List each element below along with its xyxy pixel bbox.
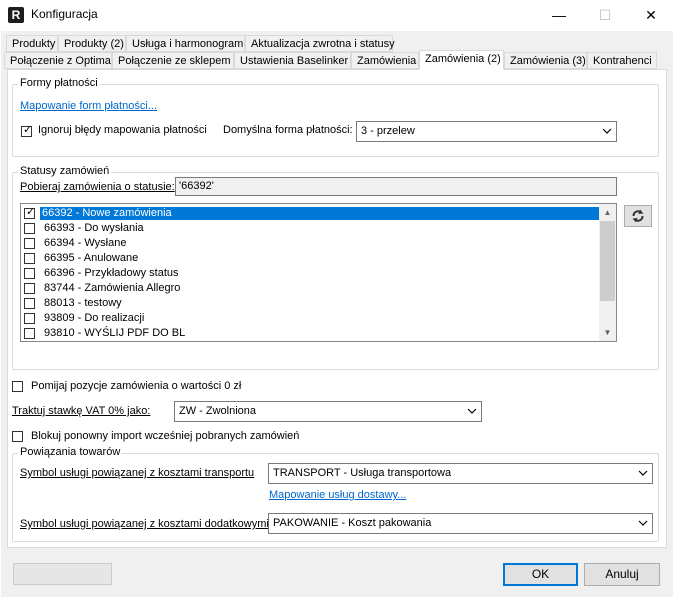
tab-usluga-harmonogram[interactable]: Usługa i harmonogram <box>126 35 245 52</box>
status-item-checkbox[interactable] <box>24 328 35 339</box>
block-reimport-label: Blokuj ponowny import wcześniej pobranyc… <box>31 430 300 442</box>
refresh-statuses-button[interactable] <box>624 205 652 227</box>
extra-cost-value: PAKOWANIE - Koszt pakowania <box>273 517 432 529</box>
status-checklist[interactable]: ✓ 66392 - Nowe zamówienia 66393 - Do wysła… <box>20 203 617 342</box>
tab-kontrahenci[interactable]: Kontrahenci <box>587 52 657 69</box>
cancel-button[interactable]: Anuluj <box>584 563 660 586</box>
app-logo-icon: R <box>8 7 24 23</box>
tab-zamowienia-2[interactable]: Zamówienia (2) <box>419 50 504 70</box>
window-title: Konfiguracja <box>31 7 98 21</box>
status-item-checkbox[interactable] <box>24 268 35 279</box>
status-item-label: 88013 - testowy <box>44 297 122 309</box>
status-item-label: 66396 - Przykładowy status <box>44 267 179 279</box>
chevron-down-icon <box>602 128 612 134</box>
status-list-item[interactable]: ✓ 66392 - Nowe zamówienia <box>21 206 600 221</box>
status-list-item[interactable]: 66396 - Przykładowy status <box>21 266 600 281</box>
status-item-checkbox[interactable] <box>24 283 35 294</box>
status-item-checkbox[interactable] <box>24 223 35 234</box>
tab-polaczenie-optima[interactable]: Połączenie z Optima <box>4 52 112 69</box>
default-form-label: Domyślna forma płatności: <box>223 124 353 136</box>
block-reimport-checkbox[interactable] <box>12 431 23 442</box>
skip-zero-label: Pomijaj pozycje zamówienia o wartości 0 … <box>31 380 242 392</box>
status-list-item[interactable]: 93810 - WYŚLIJ PDF DO BL <box>21 326 600 341</box>
scroll-down-icon[interactable]: ▼ <box>599 324 616 341</box>
status-item-label: 66395 - Anulowane <box>44 252 139 264</box>
status-item-checkbox[interactable] <box>24 298 35 309</box>
delivery-mapping-link[interactable]: Mapowanie usług dostawy... <box>269 489 406 501</box>
skip-zero-checkbox[interactable] <box>12 381 23 392</box>
disabled-footer-button <box>13 563 112 585</box>
chevron-down-icon <box>638 470 648 476</box>
default-form-select[interactable]: 3 - przelew <box>356 121 617 142</box>
tab-produkty-2[interactable]: Produkty (2) <box>58 35 126 52</box>
tab-zamowienia[interactable]: Zamówienia <box>351 52 419 69</box>
minimize-button[interactable]: — <box>536 0 582 31</box>
status-item-checkbox[interactable] <box>24 238 35 249</box>
status-list-item[interactable]: 88013 - testowy <box>21 296 600 311</box>
checkmark-icon: ✓ <box>26 206 36 218</box>
order-statuses-title: Statusy zamówień <box>18 165 112 177</box>
transport-service-value: TRANSPORT - Usługa transportowa <box>273 467 452 479</box>
payment-mapping-link[interactable]: Mapowanie form płatności... <box>20 100 157 112</box>
status-item-checkbox[interactable]: ✓ <box>24 206 36 219</box>
title-bar: R Konfiguracja — ☐ ✕ <box>0 0 674 31</box>
fetch-status-field[interactable]: '66392' <box>175 177 617 196</box>
tab-produkty[interactable]: Produkty <box>6 35 58 52</box>
status-item-checkbox[interactable] <box>24 253 35 264</box>
ok-button[interactable]: OK <box>503 563 578 586</box>
fetch-status-value: '66392' <box>179 180 214 192</box>
status-item-checkbox[interactable] <box>24 313 35 324</box>
vat-select[interactable]: ZW - Zwolniona <box>174 401 482 422</box>
extra-cost-label: Symbol usługi powiązanej z kosztami doda… <box>20 518 269 530</box>
status-list-item[interactable]: 93809 - Do realizacji <box>21 311 600 326</box>
tab-polaczenie-sklep[interactable]: Połączenie ze sklepem <box>112 52 234 69</box>
vat-label: Traktuj stawkę VAT 0% jako: <box>12 405 151 417</box>
extra-cost-select[interactable]: PAKOWANIE - Koszt pakowania <box>268 513 653 534</box>
status-list-item[interactable]: 66394 - Wysłane <box>21 236 600 251</box>
status-list-scrollbar[interactable]: ▲ ▼ <box>599 204 616 341</box>
ignore-errors-label: Ignoruj błędy mapowania płatności <box>38 124 207 136</box>
product-links-title: Powiązania towarów <box>18 446 123 458</box>
vat-value: ZW - Zwolniona <box>179 405 257 417</box>
default-form-value: 3 - przelew <box>361 125 415 137</box>
status-item-label: 66394 - Wysłane <box>44 237 127 249</box>
tab-zamowienia-3[interactable]: Zamówienia (3) <box>504 52 587 69</box>
status-list-item[interactable]: 66393 - Do wysłania <box>21 221 600 236</box>
refresh-icon <box>632 209 644 223</box>
transport-service-label: Symbol usługi powiązanej z kosztami tran… <box>20 467 255 479</box>
chevron-down-icon <box>467 408 477 414</box>
checkmark-icon: ✓ <box>23 124 33 136</box>
scroll-thumb[interactable] <box>600 221 615 301</box>
ignore-errors-checkbox[interactable]: ✓ <box>21 124 33 137</box>
tab-aktualizacja-zwrotna[interactable]: Aktualizacja zwrotna i statusy <box>245 35 395 52</box>
transport-service-select[interactable]: TRANSPORT - Usługa transportowa <box>268 463 653 484</box>
close-button[interactable]: ✕ <box>628 0 674 31</box>
status-list-item[interactable]: 66395 - Anulowane <box>21 251 600 266</box>
status-item-label: 66393 - Do wysłania <box>44 222 144 234</box>
status-item-label: 93810 - WYŚLIJ PDF DO BL <box>44 327 186 339</box>
status-item-label: 66392 - Nowe zamówienia <box>40 207 600 220</box>
fetch-status-label: Pobieraj zamówienia o statusie: <box>20 181 175 193</box>
status-item-label: 83744 - Zamówienia Allegro <box>44 282 181 294</box>
status-list-item[interactable]: 83744 - Zamówienia Allegro <box>21 281 600 296</box>
tab-ustawienia-baselinker[interactable]: Ustawienia Baselinker <box>234 52 351 69</box>
scroll-up-icon[interactable]: ▲ <box>599 204 616 221</box>
maximize-button: ☐ <box>598 7 612 23</box>
payment-forms-title: Formy płatności <box>18 77 100 89</box>
chevron-down-icon <box>638 520 648 526</box>
status-item-label: 93809 - Do realizacji <box>44 312 145 324</box>
